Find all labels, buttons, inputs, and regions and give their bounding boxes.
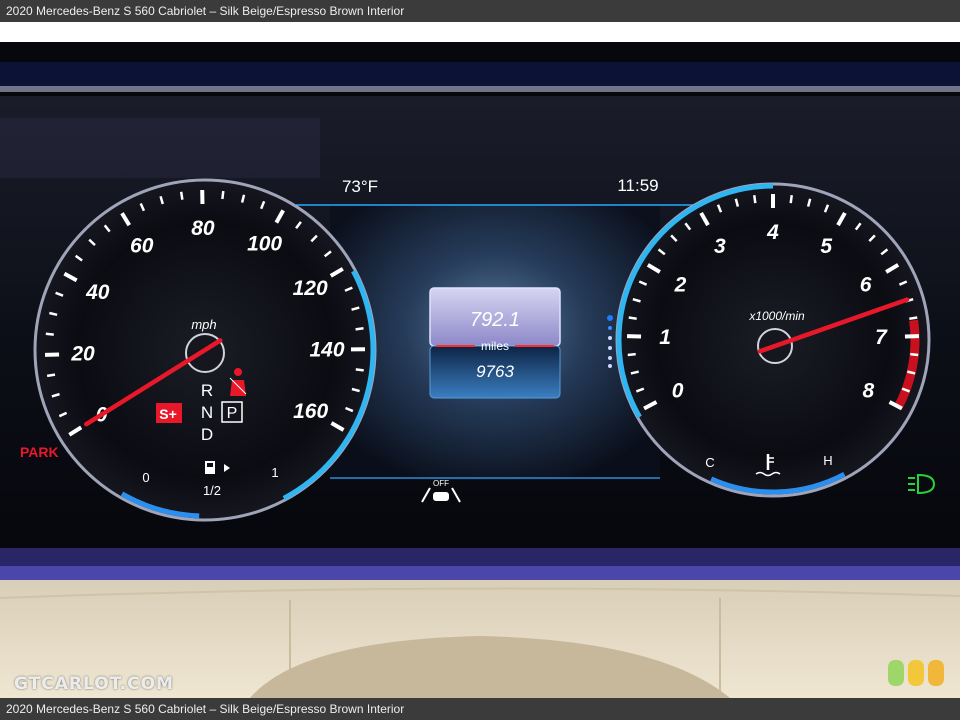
caption-bar-bottom: 2020 Mercedes-Benz S 560 Cabriolet – Sil…: [0, 698, 960, 720]
speed-tick-label: 60: [130, 235, 154, 258]
fuel-half: 1/2: [203, 483, 221, 498]
park-warning: PARK: [20, 444, 59, 460]
rpm-tick-label: 4: [766, 221, 779, 244]
tachometer: 0 1 2 3 4 5 6 7 8 x1000/min C H: [615, 182, 931, 498]
gear-n: N: [201, 403, 213, 422]
gauge-tick: [355, 327, 364, 331]
rpm-tick-label: 2: [674, 273, 687, 296]
gauge-tick: [630, 370, 639, 375]
speed-tick-label: 100: [247, 233, 282, 256]
gauge-tick: [46, 373, 56, 378]
caption-text: 2020 Mercedes-Benz S 560 Cabriolet – Sil…: [6, 702, 405, 716]
speed-tick-label: 80: [191, 217, 215, 240]
rpm-tick-label: 1: [659, 326, 671, 349]
gauge-tick: [753, 195, 757, 204]
rpm-unit: x1000/min: [748, 309, 805, 323]
assist-off-label: OFF: [433, 479, 449, 488]
coolant-cold: C: [705, 455, 714, 470]
gauge-tick: [355, 368, 364, 372]
speed-tick-label: 160: [293, 400, 328, 423]
gear-park: P: [227, 405, 238, 422]
traffic-light-logo: [888, 660, 948, 688]
rpm-tick-label: 0: [672, 380, 684, 403]
speed-tick-label: 140: [309, 338, 344, 361]
gauge-tick: [907, 370, 916, 375]
caption-bar-top: 2020 Mercedes-Benz S 560 Cabriolet – Sil…: [0, 0, 960, 22]
speedometer: 0 20 40 60 80 100 120 140 160 mph R N D …: [33, 178, 377, 522]
trip-computer: 792.1 miles 9763: [429, 287, 561, 399]
instrument-cluster-photo: 73°F 11:59 792.1 miles 9763 OFF 0 20 40 …: [0, 22, 960, 698]
clock-readout: 11:59: [617, 176, 658, 195]
rpm-tick-label: 5: [820, 235, 832, 258]
speed-tick-label: 20: [70, 343, 95, 366]
speed-unit: mph: [191, 317, 216, 332]
gauge-tick: [789, 195, 793, 204]
cluster-svg: 73°F 11:59 792.1 miles 9763 OFF 0 20 40 …: [0, 22, 960, 698]
gear-r: R: [201, 381, 213, 400]
fuel-empty: 0: [142, 470, 149, 485]
caption-text: 2020 Mercedes-Benz S 560 Cabriolet – Sil…: [6, 4, 405, 18]
speed-tick-label: 120: [293, 277, 328, 300]
gauge-tick: [628, 316, 637, 320]
fuel-full: 1: [271, 465, 278, 480]
gauge-tick: [45, 332, 54, 336]
odometer: 9763: [476, 362, 514, 381]
gauge-tick: [909, 316, 918, 320]
temperature-readout: 73°F: [342, 177, 378, 196]
rpm-tick-label: 7: [875, 326, 888, 349]
rpm-tick-label: 6: [860, 273, 872, 296]
distance-unit: miles: [481, 339, 509, 353]
rpm-tick-label: 3: [714, 235, 726, 258]
gear-d: D: [201, 425, 213, 444]
rpm-tick-label: 8: [863, 380, 875, 403]
watermark-logo: GTCARLOT.COM: [14, 674, 174, 694]
trip-distance: 792.1: [470, 309, 520, 331]
gauge-tick: [627, 352, 636, 357]
coolant-hot: H: [823, 453, 832, 468]
drive-mode-label: S+: [159, 406, 177, 422]
speed-tick-label: 40: [85, 281, 110, 304]
gauge-tick: [179, 191, 184, 200]
gauge-tick: [910, 352, 919, 357]
gauge-tick: [221, 190, 225, 200]
